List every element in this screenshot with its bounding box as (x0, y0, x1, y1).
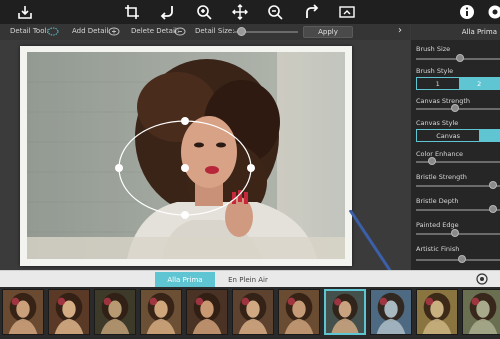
save-icon[interactable] (16, 3, 34, 21)
canvas-style-swatch[interactable] (479, 130, 500, 141)
tab-en-plein-air[interactable]: En Plein Air (218, 272, 278, 287)
add-detail-label: Add Detail: (72, 27, 111, 35)
crop-icon[interactable] (123, 3, 141, 21)
gear-icon[interactable] (476, 273, 488, 285)
preset-thumbnail[interactable] (324, 289, 366, 335)
detail-tool-label: Detail Tool: (10, 27, 49, 35)
next-arrow-icon[interactable]: › (398, 25, 402, 36)
bristle-depth-slider-track[interactable] (416, 209, 500, 211)
color-enhance-slider-thumb[interactable] (427, 157, 436, 165)
painted-edge-slider-thumb[interactable] (450, 229, 459, 237)
preset-thumbnail[interactable] (94, 289, 136, 335)
detail-size-label: Detail Size: (195, 27, 235, 35)
settings-icon[interactable] (486, 3, 500, 21)
canvas-style-select[interactable]: Canvas (416, 129, 500, 142)
detail-tool-ellipse-icon[interactable] (47, 27, 59, 36)
preset-thumbnail[interactable] (416, 289, 458, 335)
preset-thumbnail[interactable] (232, 289, 274, 335)
canvas-style-label: Canvas Style (416, 119, 459, 127)
delete-detail-icon[interactable] (174, 27, 186, 36)
brush-style-option-1[interactable]: 1 (417, 78, 459, 89)
preset-thumbnail[interactable] (278, 289, 320, 335)
bristle-depth-label: Bristle Depth (416, 197, 459, 205)
bristle-strength-slider-thumb[interactable] (489, 181, 498, 189)
bristle-strength-label: Bristle Strength (416, 173, 467, 181)
delete-detail-label: Delete Detail: (131, 27, 180, 35)
canvas-area[interactable] (0, 40, 410, 279)
brush-style-option-2[interactable]: 2 (458, 78, 500, 89)
info-icon[interactable] (458, 3, 476, 21)
preset-thumbnail[interactable] (2, 289, 44, 335)
add-detail-icon[interactable] (108, 27, 120, 36)
artistic-finish-slider-thumb[interactable] (458, 255, 467, 263)
top-toolbar (0, 0, 500, 24)
brush-style-label: Brush Style (416, 67, 454, 75)
artistic-finish-label: Artistic Finish (416, 245, 460, 253)
preset-thumbnail[interactable] (462, 289, 500, 335)
preset-tabstrip: Alla Prima En Plein Air (0, 270, 500, 287)
preset-thumbnail[interactable] (48, 289, 90, 335)
preset-thumbnail[interactable] (140, 289, 182, 335)
brush-size-label: Brush Size (416, 45, 451, 53)
canvas-strength-label: Canvas Strength (416, 97, 471, 105)
canvas-style-option[interactable]: Canvas (417, 130, 479, 141)
tab-alla-prima[interactable]: Alla Prima (155, 272, 215, 287)
app-window: Detail Tool: Add Detail: Delete Detail: … (0, 0, 500, 339)
zoom-in-icon[interactable] (195, 3, 213, 21)
undo-icon[interactable] (159, 3, 177, 21)
painted-edge-label: Painted Edge (416, 221, 459, 229)
bristle-depth-slider-thumb[interactable] (489, 205, 498, 213)
detail-size-slider-thumb[interactable] (236, 27, 246, 36)
color-enhance-label: Color Enhance (416, 150, 464, 158)
preset-thumbnail[interactable] (370, 289, 412, 335)
zoom-out-icon[interactable] (266, 3, 284, 21)
settings-panel: Alla Prima Brush Size Brush Style 1 2 Ca… (410, 24, 500, 270)
move-icon[interactable] (231, 3, 249, 21)
photo-frame (20, 46, 352, 266)
painted-photo[interactable] (27, 52, 345, 259)
bristle-strength-slider-track[interactable] (416, 185, 500, 187)
detail-bar: Detail Tool: Add Detail: Delete Detail: … (0, 24, 410, 40)
fit-screen-icon[interactable] (338, 3, 356, 21)
preset-filmstrip (0, 287, 500, 339)
brush-style-toggle: 1 2 (416, 77, 500, 90)
apply-button[interactable]: Apply (303, 26, 353, 38)
preset-thumbnail[interactable] (186, 289, 228, 335)
canvas-strength-slider-thumb[interactable] (450, 104, 459, 112)
brush-size-slider-thumb[interactable] (456, 54, 465, 62)
redo-icon[interactable] (302, 3, 320, 21)
panel-title: Alla Prima (411, 24, 500, 40)
